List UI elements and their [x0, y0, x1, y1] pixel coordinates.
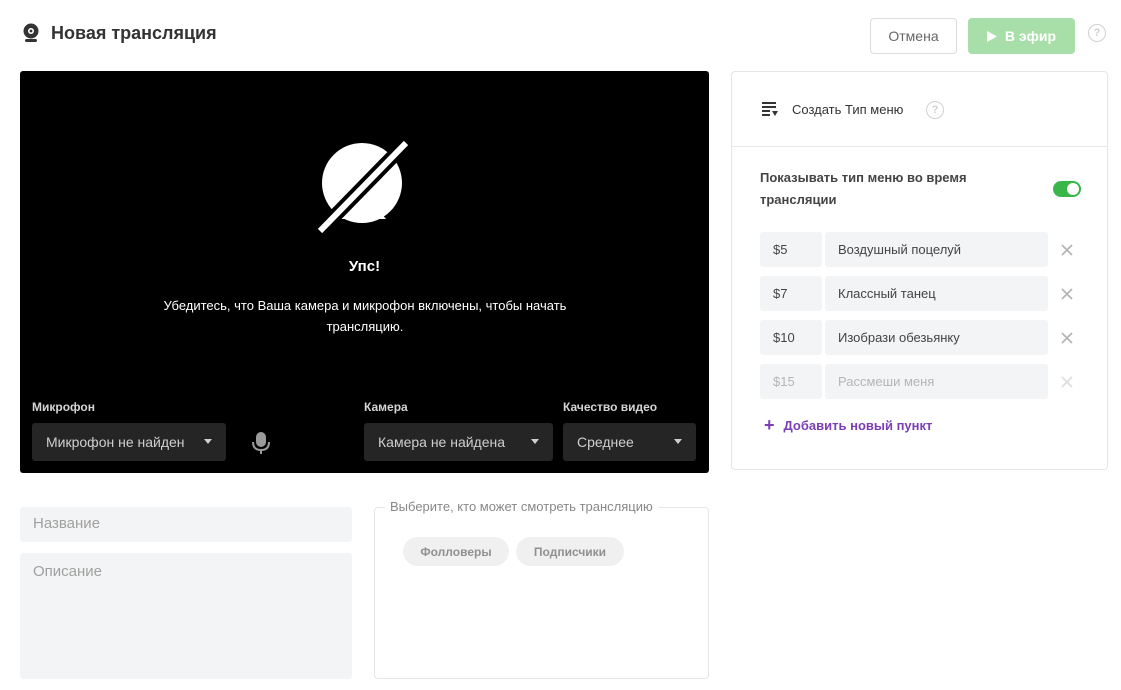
title-wrap: Новая трансляция — [20, 22, 217, 44]
go-live-button[interactable]: В эфир — [968, 18, 1075, 54]
cancel-button[interactable]: Отмена — [870, 18, 957, 54]
camera-select[interactable]: Камера не найдена — [364, 423, 553, 461]
camera-label: Камера — [364, 400, 408, 414]
error-hint: Убедитесь, что Ваша камера и микрофон вк… — [163, 298, 567, 334]
name-input[interactable]: Название — [20, 507, 352, 542]
audience-legend: Выберите, кто может смотреть трансляцию — [385, 499, 658, 514]
menu-item-row: $10 Изобрази обезьянку — [760, 320, 1080, 355]
page-title: Новая трансляция — [51, 22, 217, 43]
menu-item-name[interactable]: Изобрази обезьянку — [825, 320, 1048, 355]
plus-icon: + — [764, 415, 775, 435]
audience-option-followers[interactable]: Фолловеры — [403, 537, 509, 566]
description-field[interactable]: Описание — [20, 553, 352, 679]
menu-item-row-new: $15 Рассмеши меня — [760, 364, 1080, 399]
show-menu-toggle[interactable] — [1053, 181, 1081, 197]
question-circle-icon[interactable]: ? — [1088, 24, 1106, 42]
chevron-down-icon — [674, 439, 682, 444]
new-item-name-input[interactable]: Рассмеши меня — [825, 364, 1048, 399]
menu-item-price[interactable]: $10 — [760, 320, 822, 355]
go-live-label: В эфир — [1004, 28, 1057, 44]
add-menu-item-label: Добавить новый пункт — [783, 418, 933, 433]
show-menu-label: Показывать тип меню во время трансляции — [760, 170, 967, 207]
audience-group: Выберите, кто может смотреть трансляцию … — [374, 499, 709, 679]
question-circle-icon[interactable]: ? — [926, 101, 944, 119]
quality-select-value: Среднее — [577, 434, 634, 450]
webcam-icon — [20, 22, 42, 44]
camera-off-icon — [316, 139, 412, 235]
menu-item-name[interactable]: Классный танец — [825, 276, 1048, 311]
menu-item-row: $5 Воздушный поцелуй — [760, 232, 1080, 267]
page-header: Новая трансляция Отмена В эфир ? — [20, 18, 1107, 54]
menu-list-icon — [762, 102, 778, 116]
microphone-icon[interactable] — [250, 431, 272, 455]
tip-menu-panel: Создать Тип меню ? Показывать тип меню в… — [731, 71, 1108, 470]
close-icon[interactable] — [1060, 243, 1074, 257]
audience-option-subscribers[interactable]: Подписчики — [516, 537, 624, 566]
microphone-select[interactable]: Микрофон не найден — [32, 423, 226, 461]
tip-menu-title: Создать Тип меню — [792, 102, 904, 117]
play-icon — [986, 30, 997, 42]
quality-label: Качество видео — [563, 400, 658, 414]
microphone-label: Микрофон — [32, 400, 95, 414]
add-menu-item-link[interactable]: + Добавить новый пункт — [764, 415, 933, 435]
quality-select[interactable]: Среднее — [563, 423, 696, 461]
menu-item-price[interactable]: $7 — [760, 276, 822, 311]
chevron-down-icon — [531, 439, 539, 444]
tip-menu-header: Создать Тип меню ? — [732, 72, 1107, 147]
menu-item-name[interactable]: Воздушный поцелуй — [825, 232, 1048, 267]
video-preview: Упс! Убедитесь, что Ваша камера и микроф… — [20, 71, 709, 473]
close-icon[interactable] — [1060, 331, 1074, 345]
chevron-down-icon — [204, 439, 212, 444]
close-icon[interactable] — [1060, 375, 1074, 389]
error-title: Упс! — [348, 258, 381, 275]
microphone-select-value: Микрофон не найден — [46, 434, 185, 450]
close-icon[interactable] — [1060, 287, 1074, 301]
menu-item-price[interactable]: $5 — [760, 232, 822, 267]
camera-select-value: Камера не найдена — [378, 434, 506, 450]
menu-item-row: $7 Классный танец — [760, 276, 1080, 311]
new-item-price-input[interactable]: $15 — [760, 364, 822, 399]
